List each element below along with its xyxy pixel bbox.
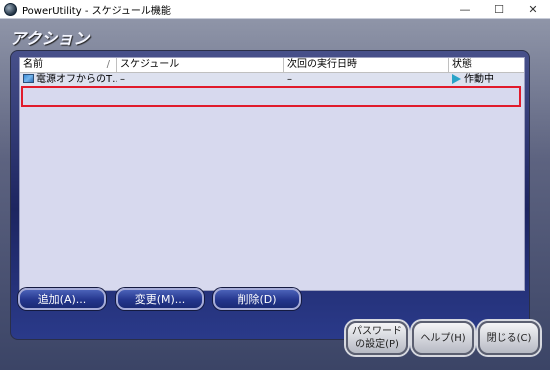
play-icon (452, 74, 461, 84)
row-schedule-cell: – (120, 74, 125, 85)
close-window-button[interactable]: ✕ (516, 0, 550, 18)
delete-button[interactable]: 削除(D) (213, 288, 301, 310)
schedule-task-icon (23, 74, 34, 83)
main-frame: アクション 名前 / スケジュール 次回の実行日時 状態 電源オフからのT… –… (0, 18, 550, 370)
minimize-button[interactable]: — (448, 0, 482, 18)
row-next-run-cell: – (287, 74, 292, 85)
sort-indicator: / (106, 59, 110, 70)
password-button-line2: の設定(P) (355, 339, 399, 350)
help-button[interactable]: ヘルプ(H) (412, 321, 474, 355)
selection-highlight (21, 86, 521, 107)
close-button[interactable]: 閉じる(C) (478, 321, 540, 355)
row-status-cell: 作動中 (449, 73, 524, 87)
column-header-schedule[interactable]: スケジュール (117, 58, 284, 72)
list-header: 名前 / スケジュール 次回の実行日時 状態 (20, 58, 524, 73)
column-header-status[interactable]: 状態 (449, 58, 524, 72)
maximize-button[interactable]: ☐ (482, 0, 516, 18)
password-button-line1: パスワード (352, 326, 402, 337)
column-header-next-run[interactable]: 次回の実行日時 (284, 58, 449, 72)
window-controls: — ☐ ✕ (448, 0, 550, 18)
add-button[interactable]: 追加(A)... (18, 288, 106, 310)
row-name-cell: 電源オフからのT… (20, 73, 117, 87)
panel-title: アクション (10, 29, 90, 48)
table-row[interactable]: 電源オフからのT… – – 作動中 (20, 73, 524, 87)
edit-button[interactable]: 変更(M)... (116, 288, 204, 310)
window-title: PowerUtility - スケジュール機能 (22, 5, 171, 17)
column-header-name[interactable]: 名前 / (20, 58, 117, 72)
app-icon (4, 2, 17, 16)
password-settings-button[interactable]: パスワード の設定(P) (346, 321, 408, 355)
title-bar: PowerUtility - スケジュール機能 — ☐ ✕ (0, 0, 550, 18)
